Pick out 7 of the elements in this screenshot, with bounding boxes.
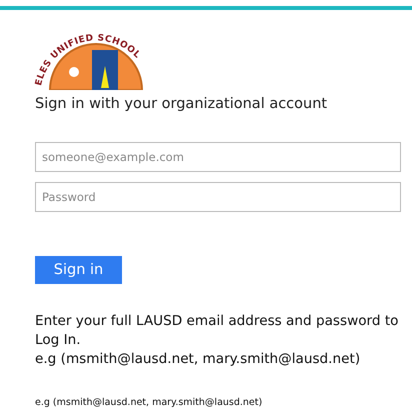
- example-text: e.g (msmith@lausd.net, mary.smith@lausd.net): [35, 397, 262, 408]
- input-field[interactable]: Password: [35, 182, 401, 212]
- help-text: e.g (msmith@lausd.net, mary.smith@lausd.net): [35, 350, 362, 369]
- help-text: Enter your full LAUSD email address and password to Log In.: [35, 312, 400, 350]
- input-field[interactable]: someone@example.com: [35, 142, 401, 172]
- sign-in-heading: Sign in with your organizational account: [35, 96, 328, 112]
- sign-in-button[interactable]: Sign in: [35, 256, 122, 284]
